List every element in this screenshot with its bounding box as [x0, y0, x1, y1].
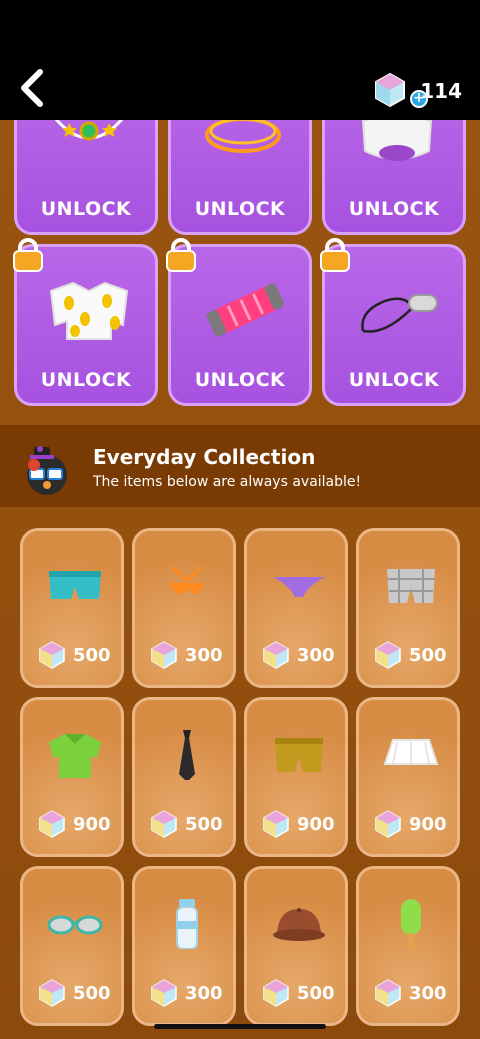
gem-icon	[263, 979, 289, 1007]
ring-bracelet-icon	[205, 120, 281, 153]
item-price: 500	[297, 982, 335, 1004]
water-bottle-icon	[176, 899, 198, 949]
item-price: 900	[409, 813, 447, 835]
shop-item-white-skirt[interactable]: 900	[356, 697, 460, 857]
shop-item-black-necktie[interactable]: 500	[132, 697, 236, 857]
gem-icon	[375, 979, 401, 1007]
gem-count: 114	[420, 79, 462, 103]
white-top-icon	[361, 120, 433, 161]
gem-icon	[375, 641, 401, 669]
popsicle-icon	[401, 899, 421, 949]
home-indicator[interactable]	[154, 1024, 326, 1029]
unlock-label: UNLOCK	[40, 369, 132, 391]
necklace-icon	[54, 120, 124, 141]
item-price: 300	[409, 982, 447, 1004]
shop-item-plaid-shorts[interactable]: 500	[356, 528, 460, 688]
mascot-icon	[27, 446, 67, 495]
price-tag: 300	[375, 979, 447, 1007]
top-bar: + 114	[0, 0, 480, 120]
teal-shorts-icon	[49, 571, 101, 599]
unlock-label: UNLOCK	[194, 369, 286, 391]
unlock-label: UNLOCK	[348, 369, 440, 391]
back-arrow-icon[interactable]	[14, 66, 48, 110]
gem-icon	[39, 979, 65, 1007]
gem-icon	[375, 72, 405, 108]
cap-icon	[273, 908, 325, 941]
shop-item-orange-bikini-top[interactable]: 300	[132, 528, 236, 688]
price-tag: 500	[39, 641, 111, 669]
item-price: 300	[297, 644, 335, 666]
bikini-bottom-icon	[273, 577, 325, 597]
gem-icon	[151, 641, 177, 669]
white-skirt-icon	[383, 739, 439, 765]
price-tag: 500	[151, 810, 223, 838]
price-tag: 500	[263, 979, 335, 1007]
price-tag: 300	[263, 641, 335, 669]
shop-scroll-area[interactable]: UNLOCK UNLOCK UNLOCK UNLOCK UNLOCK UNLOC…	[0, 120, 480, 1039]
gem-icon	[375, 810, 401, 838]
gem-icon	[151, 810, 177, 838]
padlock-icon	[166, 238, 196, 272]
unlock-label: UNLOCK	[348, 198, 440, 220]
bikini-top-icon	[169, 565, 205, 594]
green-shirt-icon	[49, 734, 101, 778]
item-price: 500	[185, 813, 223, 835]
shop-item-green-popsicle[interactable]: 300	[356, 866, 460, 1026]
price-tag: 500	[39, 979, 111, 1007]
gem-icon	[39, 641, 65, 669]
gem-icon	[263, 810, 289, 838]
price-tag: 900	[375, 810, 447, 838]
item-price: 900	[73, 813, 111, 835]
unlock-label: UNLOCK	[40, 198, 132, 220]
gem-icon	[39, 810, 65, 838]
padlock-icon	[13, 238, 43, 272]
price-tag: 500	[375, 641, 447, 669]
unlock-label: UNLOCK	[194, 198, 286, 220]
shop-item-purple-bikini-bottom[interactable]: 300	[244, 528, 348, 688]
item-price: 500	[409, 644, 447, 666]
price-tag: 300	[151, 979, 223, 1007]
banner-title: Everyday Collection	[93, 445, 316, 469]
whistle-icon	[361, 294, 438, 333]
locked-card-white-top[interactable]: UNLOCK	[322, 120, 466, 235]
price-tag: 300	[151, 641, 223, 669]
item-price: 500	[73, 982, 111, 1004]
shop-item-khaki-shorts[interactable]: 900	[244, 697, 348, 857]
price-tag: 900	[39, 810, 111, 838]
shop-item-teal-shorts[interactable]: 500	[20, 528, 124, 688]
banner-subtitle: The items below are always available!	[93, 474, 362, 490]
item-price: 900	[297, 813, 335, 835]
shop-item-teal-glasses[interactable]: 500	[20, 866, 124, 1026]
everyday-collection-banner: Everyday Collection The items below are …	[0, 425, 480, 507]
pink-bag-icon	[206, 283, 285, 337]
shop-item-green-polo-shirt[interactable]: 900	[20, 697, 124, 857]
locked-card-necklace[interactable]: UNLOCK	[14, 120, 158, 235]
locked-card-ring[interactable]: UNLOCK	[168, 120, 312, 235]
item-price: 500	[73, 644, 111, 666]
shop-item-brown-cap[interactable]: 500	[244, 866, 348, 1026]
item-price: 300	[185, 982, 223, 1004]
item-price: 300	[185, 644, 223, 666]
necktie-icon	[179, 730, 195, 780]
gem-icon	[151, 979, 177, 1007]
padlock-icon	[320, 238, 350, 272]
price-tag: 900	[263, 810, 335, 838]
pineapple-shirt-icon	[49, 281, 129, 340]
glasses-icon	[47, 915, 103, 935]
locked-items-grid: UNLOCK UNLOCK UNLOCK UNLOCK UNLOCK UNLOC…	[0, 120, 480, 420]
shop-item-water-bottle[interactable]: 300	[132, 866, 236, 1026]
plaid-shorts-icon	[387, 569, 435, 603]
gem-icon	[263, 641, 289, 669]
khaki-shorts-icon	[275, 738, 323, 772]
